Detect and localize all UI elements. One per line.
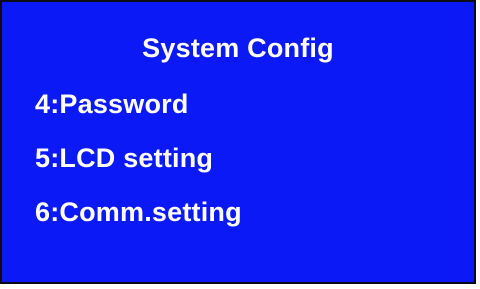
- system-config-screen: System Config 4:Password 5:LCD setting 6…: [0, 0, 476, 284]
- menu-item-comm-setting[interactable]: 6:Comm.setting: [35, 196, 242, 228]
- menu-item-password[interactable]: 4:Password: [35, 88, 242, 120]
- menu-item-lcd-setting[interactable]: 5:LCD setting: [35, 142, 242, 174]
- config-menu: 4:Password 5:LCD setting 6:Comm.setting: [35, 88, 242, 250]
- screen-title: System Config: [142, 33, 334, 63]
